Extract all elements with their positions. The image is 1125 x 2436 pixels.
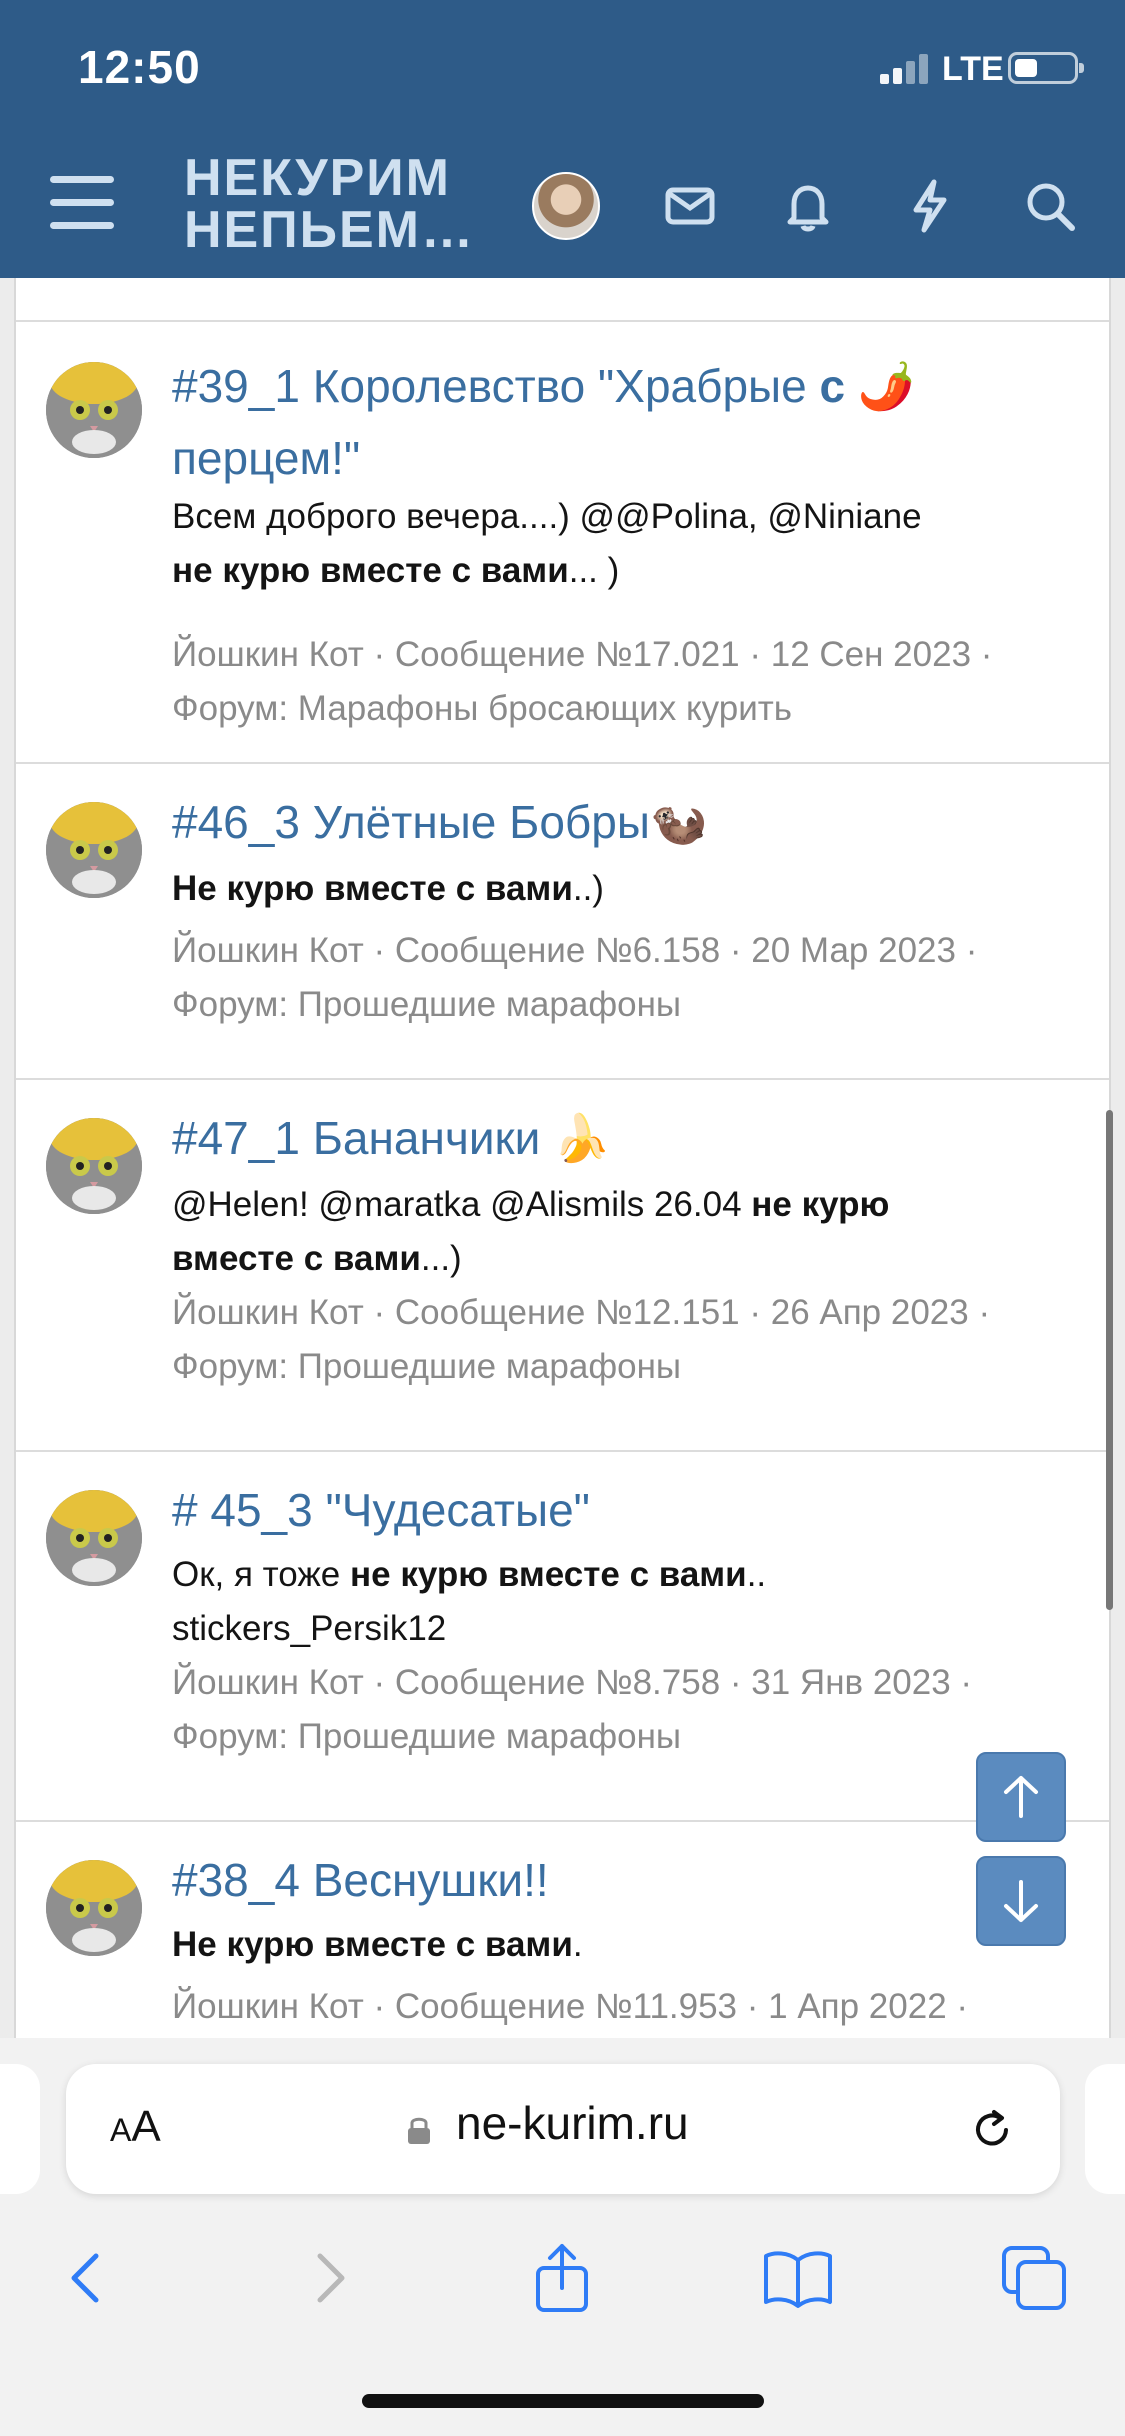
chili-emoji: 🌶️ (857, 360, 916, 412)
user-avatar[interactable] (532, 172, 600, 240)
list-item[interactable]: #38_4 Веснушки!! Не курю вместе с вами. … (16, 1820, 1109, 2038)
network-type: LTE (942, 50, 1004, 88)
cat-avatar-icon[interactable] (46, 1118, 142, 1214)
cat-avatar-icon[interactable] (46, 1860, 142, 1956)
battery-icon (1008, 52, 1084, 84)
result-meta: Йошкин Кот · Сообщение №12.151 · 26 Апр … (172, 1293, 991, 1386)
url-text: ne-kurim.ru (456, 2097, 689, 2149)
arrow-down-icon (1004, 1880, 1038, 1922)
lock-icon (408, 2117, 430, 2144)
list-item[interactable]: #39_1 Королевство "Храбрые с 🌶️ перцем!"… (16, 320, 1109, 762)
hamburger-icon[interactable] (50, 176, 114, 230)
cat-avatar-icon[interactable] (46, 1490, 142, 1586)
result-meta: Йошкин Кот · Сообщение №8.758 · 31 Янв 2… (172, 1663, 973, 1756)
app-header: 12:50 LTE НЕКУРИМ НЕПЬЕМ… (0, 0, 1125, 278)
result-title[interactable]: #46_3 Улётные Бобры🦦 (172, 786, 1019, 858)
logo-line-2: НЕПЬЕМ… (184, 201, 475, 259)
envelope-icon[interactable] (660, 176, 720, 236)
result-snippet: @Helen! @maratka @Alismils 26.04 не курю… (172, 1185, 890, 1278)
result-title[interactable]: #39_1 Королевство "Храбрые с 🌶️ перцем!" (172, 350, 1019, 494)
status-time: 12:50 (78, 41, 201, 93)
cat-avatar-icon[interactable] (46, 362, 142, 458)
scrollbar[interactable] (1106, 1110, 1113, 1610)
signal-icon (880, 50, 936, 84)
result-snippet: Ок, я тоже не курю вместе с вами.. stick… (172, 1555, 767, 1648)
scroll-up-button[interactable] (976, 1752, 1066, 1842)
chevron-right-icon[interactable] (290, 2238, 370, 2318)
logo-line-1: НЕКУРИМ (184, 149, 451, 207)
result-title[interactable]: # 45_3 "Чудесатые" (172, 1474, 1019, 1546)
reload-icon[interactable] (962, 2100, 1022, 2160)
chevron-left-icon[interactable] (46, 2238, 126, 2318)
site-logo[interactable]: НЕКУРИМ НЕПЬЕМ… (184, 152, 475, 256)
reader-settings-button[interactable]: AA (110, 2102, 161, 2152)
search-icon[interactable] (1020, 176, 1080, 236)
result-title[interactable]: #47_1 Бананчики 🍌 (172, 1102, 1019, 1174)
arrow-up-icon (1004, 1776, 1038, 1818)
prev-tab-peek[interactable] (0, 2064, 40, 2194)
banana-emoji: 🍌 (553, 1112, 611, 1164)
address-bar[interactable]: AA ne-kurim.ru (66, 2064, 1060, 2194)
cat-avatar-icon[interactable] (46, 802, 142, 898)
result-meta: Йошкин Кот · Сообщение №11.953 · 1 Апр 2… (172, 1987, 969, 2026)
list-item[interactable]: #46_3 Улётные Бобры🦦 Не курю вместе с ва… (16, 762, 1109, 1078)
result-meta: Йошкин Кот · Сообщение №17.021 · 12 Сен … (172, 635, 993, 728)
result-meta: Йошкин Кот · Сообщение №6.158 · 20 Мар 2… (172, 931, 978, 1024)
otter-emoji: 🦦 (649, 796, 708, 848)
result-title[interactable]: #38_4 Веснушки!! (172, 1844, 1019, 1916)
result-snippet: Не курю вместе с вами. (172, 1925, 583, 1964)
result-snippet: Всем доброго вечера....) @@Polina, @Nini… (172, 497, 922, 590)
search-results-list[interactable]: #39_1 Королевство "Храбрые с 🌶️ перцем!"… (14, 278, 1111, 2038)
home-indicator (362, 2394, 764, 2408)
tabs-icon[interactable] (994, 2238, 1074, 2318)
browser-toolbar: AA ne-kurim.ru (0, 2038, 1125, 2436)
result-snippet: Не курю вместе с вами..) (172, 869, 604, 908)
list-item[interactable]: #47_1 Бананчики 🍌 @Helen! @maratka @Alis… (16, 1078, 1109, 1450)
bolt-icon[interactable] (900, 176, 960, 236)
book-icon[interactable] (758, 2238, 838, 2318)
bell-icon[interactable] (778, 176, 838, 236)
scroll-down-button[interactable] (976, 1856, 1066, 1946)
list-item[interactable]: # 45_3 "Чудесатые" Ок, я тоже не курю вм… (16, 1450, 1109, 1820)
next-tab-peek[interactable] (1085, 2064, 1125, 2194)
share-icon[interactable] (522, 2238, 602, 2318)
